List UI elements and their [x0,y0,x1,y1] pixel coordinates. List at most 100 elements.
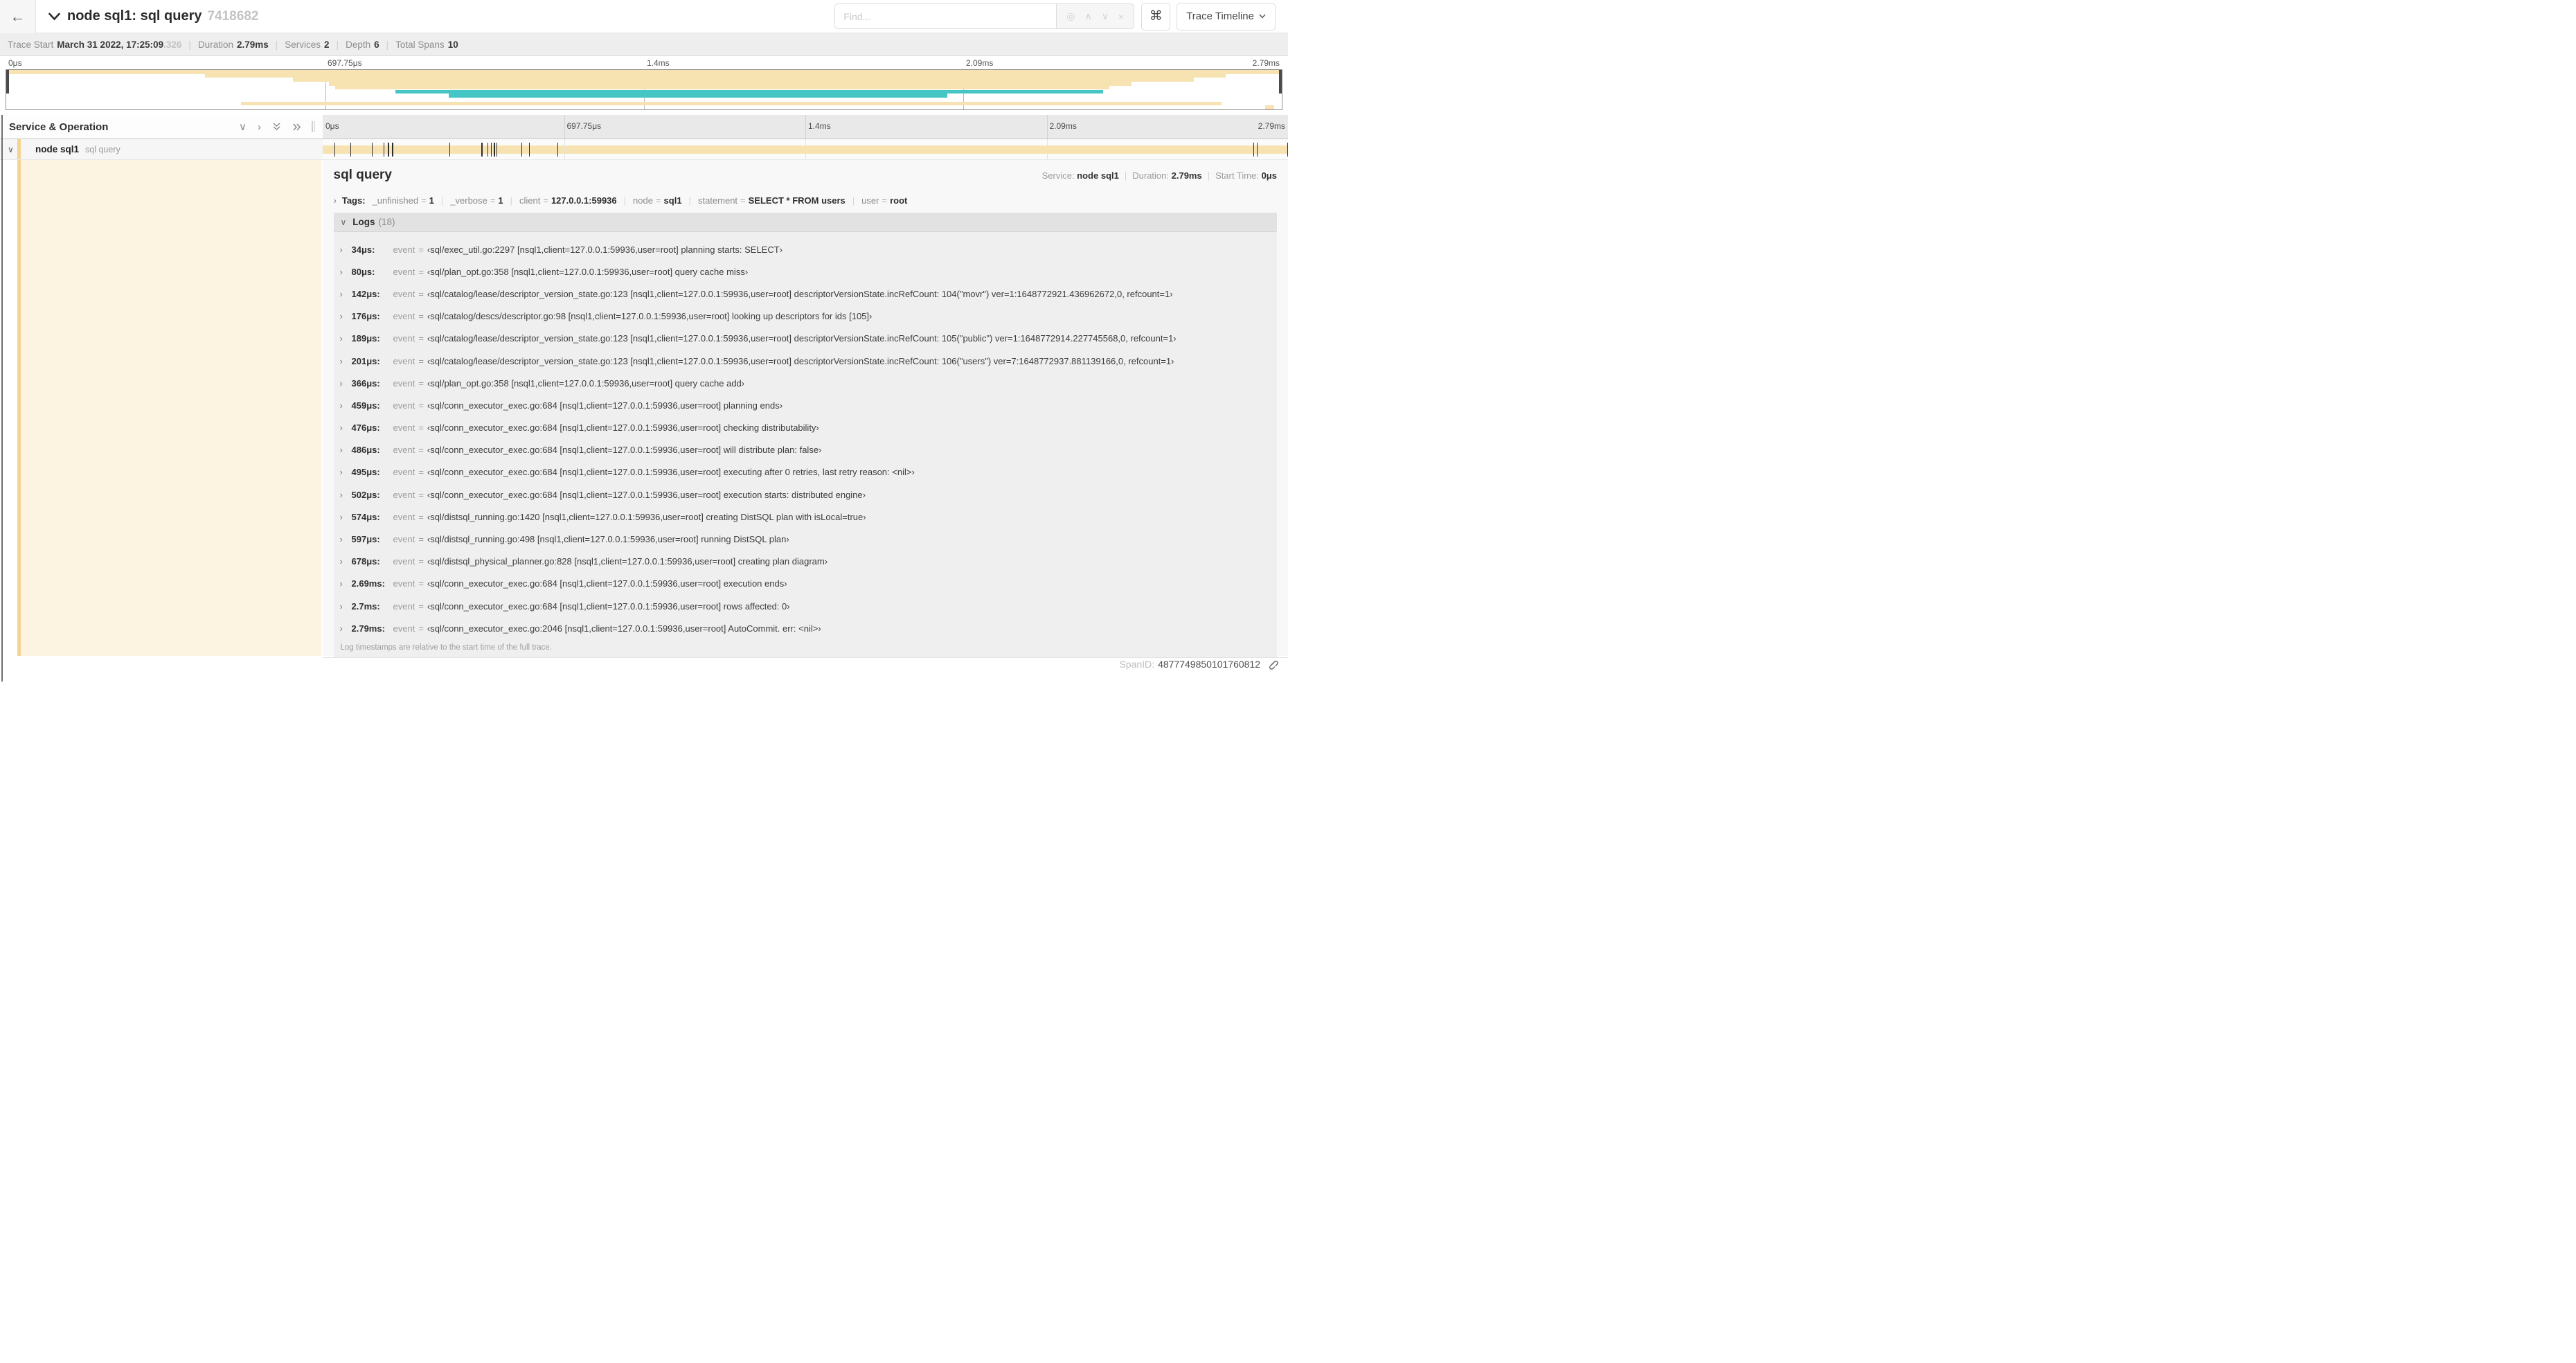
meta-label: Duration: [1132,170,1172,181]
log-entry-row[interactable]: › 486μs: event = ‹sql/conn_executor_exec.go:… [334,439,1278,461]
tags-row[interactable]: › Tags: _unfinished = 1 | _verbose = 1 | client =… [323,189,1289,213]
log-equals: = [418,489,424,500]
minimap-canvas[interactable] [6,69,1282,110]
log-field-value: ‹sql/plan_opt.go:358 [nsql1,client=127.0… [427,377,745,389]
viewrange-left-handle[interactable] [6,70,9,93]
log-expand-chevron-icon[interactable]: › [340,311,352,321]
back-button[interactable]: ← [0,0,36,33]
log-entry-row[interactable]: › 201μs: event = ‹sql/catalog/lease/descript… [334,350,1278,372]
log-timestamp: 142μs: [351,288,380,299]
left-scroll-edge [1,115,3,682]
span-detail-row: sql query Service: node sql1 | Duration: 2… [0,160,1289,670]
logs-collapse-chevron-icon[interactable]: ∨ [341,217,347,227]
log-field-key: event [393,244,415,255]
log-expand-chevron-icon[interactable]: › [340,378,352,389]
meta-value: 0μs [1261,170,1277,181]
log-timestamp: 34μs: [351,244,375,255]
locate-match-icon[interactable]: ◎ [1066,10,1075,22]
log-timestamp: 176μs: [351,311,380,322]
log-entry-row[interactable]: › 574μs: event = ‹sql/distsql_running.go:142… [334,506,1278,528]
span-collapse-chevron-icon[interactable]: ∨ [8,145,17,154]
log-expand-chevron-icon[interactable]: › [340,534,352,544]
summary-item-value: 2.79ms [236,39,269,50]
log-entry-row[interactable]: › 80μs: event = ‹sql/plan_opt.go:358 [nsql1,… [334,260,1278,283]
time-tick-label: 0μs [8,58,22,68]
prev-match-icon[interactable]: ∧ [1085,10,1092,22]
log-expand-chevron-icon[interactable]: › [340,556,352,567]
next-match-icon[interactable]: ∨ [1102,10,1109,22]
span-row[interactable]: ∨ node sql1 sql query [0,139,1288,160]
span-id-label: SpanID: [1119,658,1155,670]
log-field-key: event [393,333,415,344]
summary-item-suffix: .326 [163,39,182,50]
log-marker-tick [1257,143,1258,157]
meta-separator: | [1124,170,1127,181]
log-expand-chevron-icon[interactable]: › [340,578,352,589]
log-expand-chevron-icon[interactable]: › [340,467,352,477]
summary-separator: | [275,39,278,50]
log-entry-row[interactable]: › 34μs: event = ‹sql/exec_util.go:2297 [nsql… [334,238,1278,260]
log-field-key: event [393,445,415,456]
command-icon: ⌘ [1149,9,1163,24]
tag-key: statement [697,195,738,206]
log-equals: = [418,400,424,411]
log-entry-row[interactable]: › 678μs: event = ‹sql/distsql_physical_plann… [334,551,1278,573]
log-entry-row[interactable]: › 142μs: event = ‹sql/catalog/lease/descript… [334,283,1278,305]
log-field-key: event [393,623,415,634]
expand-all-icon[interactable] [292,123,302,132]
span-name-cell[interactable]: ∨ node sql1 sql query [0,139,323,159]
span-timeline-cell[interactable] [323,139,1288,159]
collapse-one-icon[interactable]: ∨ [239,122,247,132]
column-resizer-handle[interactable] [312,121,317,132]
log-field-value: ‹sql/conn_executor_exec.go:684 [nsql1,cl… [427,578,787,589]
log-equals: = [418,600,424,612]
log-timestamp: 201μs: [351,355,380,366]
tag-value: 1 [429,195,434,206]
log-expand-chevron-icon[interactable]: › [340,490,352,500]
log-expand-chevron-icon[interactable]: › [340,244,352,255]
collapse-all-icon[interactable] [272,122,281,132]
tag-key: node [633,195,653,206]
meta-label: Start Time: [1215,170,1262,181]
log-entry-row[interactable]: › 476μs: event = ‹sql/conn_executor_exec.go:… [334,417,1278,439]
log-expand-chevron-icon[interactable]: › [340,512,352,522]
clear-find-icon[interactable]: × [1118,11,1124,22]
log-entry-row[interactable]: › 189μs: event = ‹sql/catalog/lease/descript… [334,328,1278,350]
log-entry-row[interactable]: › 597μs: event = ‹sql/distsql_running.go:498… [334,528,1278,550]
time-tick-label: 697.75μs [328,58,362,68]
log-expand-chevron-icon[interactable]: › [340,333,352,344]
log-entry-row[interactable]: › 2.79ms: event = ‹sql/conn_executor_exec.go… [334,617,1278,639]
log-equals: = [418,355,424,366]
find-input[interactable] [834,3,1057,29]
log-timestamp: 678μs: [351,556,380,567]
tags-label: Tags: [341,195,366,206]
viewrange-right-handle[interactable] [1279,70,1282,93]
log-field-value: ‹sql/catalog/lease/descriptor_version_st… [427,333,1177,344]
log-entry-row[interactable]: › 495μs: event = ‹sql/conn_executor_exec.go:… [334,461,1278,483]
logs-section: ∨ Logs (18) › 34μs: event = ‹sql/exec_util.g… [333,213,1278,658]
log-entry-row[interactable]: › 366μs: event = ‹sql/plan_opt.go:358 [nsql1… [334,372,1278,394]
log-entry-row[interactable]: › 2.7ms: event = ‹sql/conn_executor_exec.go:… [334,595,1278,617]
log-field-value: ‹sql/conn_executor_exec.go:684 [nsql1,cl… [427,489,866,500]
expand-one-icon[interactable]: › [258,122,261,132]
log-entry-row[interactable]: › 2.69ms: event = ‹sql/conn_executor_exec.go… [334,573,1278,595]
log-expand-chevron-icon[interactable]: › [340,267,352,277]
log-equals: = [418,422,424,434]
deep-link-icon[interactable] [1267,658,1278,670]
log-expand-chevron-icon[interactable]: › [340,289,352,299]
log-expand-chevron-icon[interactable]: › [340,601,352,612]
log-entry-row[interactable]: › 459μs: event = ‹sql/conn_executor_exec.go:… [334,394,1278,416]
log-expand-chevron-icon[interactable]: › [340,445,352,455]
keyboard-shortcuts-button[interactable]: ⌘ [1141,2,1171,30]
trace-collapse-chevron-icon[interactable] [48,12,60,21]
log-expand-chevron-icon[interactable]: › [340,623,352,634]
log-expand-chevron-icon[interactable]: › [340,400,352,411]
log-expand-chevron-icon[interactable]: › [340,422,352,433]
log-entry-row[interactable]: › 176μs: event = ‹sql/catalog/descs/descript… [334,305,1278,328]
log-expand-chevron-icon[interactable]: › [340,356,352,366]
logs-header[interactable]: ∨ Logs (18) [333,213,1277,232]
trace-view-selector-button[interactable]: Trace Timeline [1177,2,1276,30]
log-entry-row[interactable]: › 502μs: event = ‹sql/conn_executor_exec.go:… [334,483,1278,506]
timeline-gridline [1046,139,1048,159]
tags-expand-chevron-icon[interactable]: › [334,195,337,206]
